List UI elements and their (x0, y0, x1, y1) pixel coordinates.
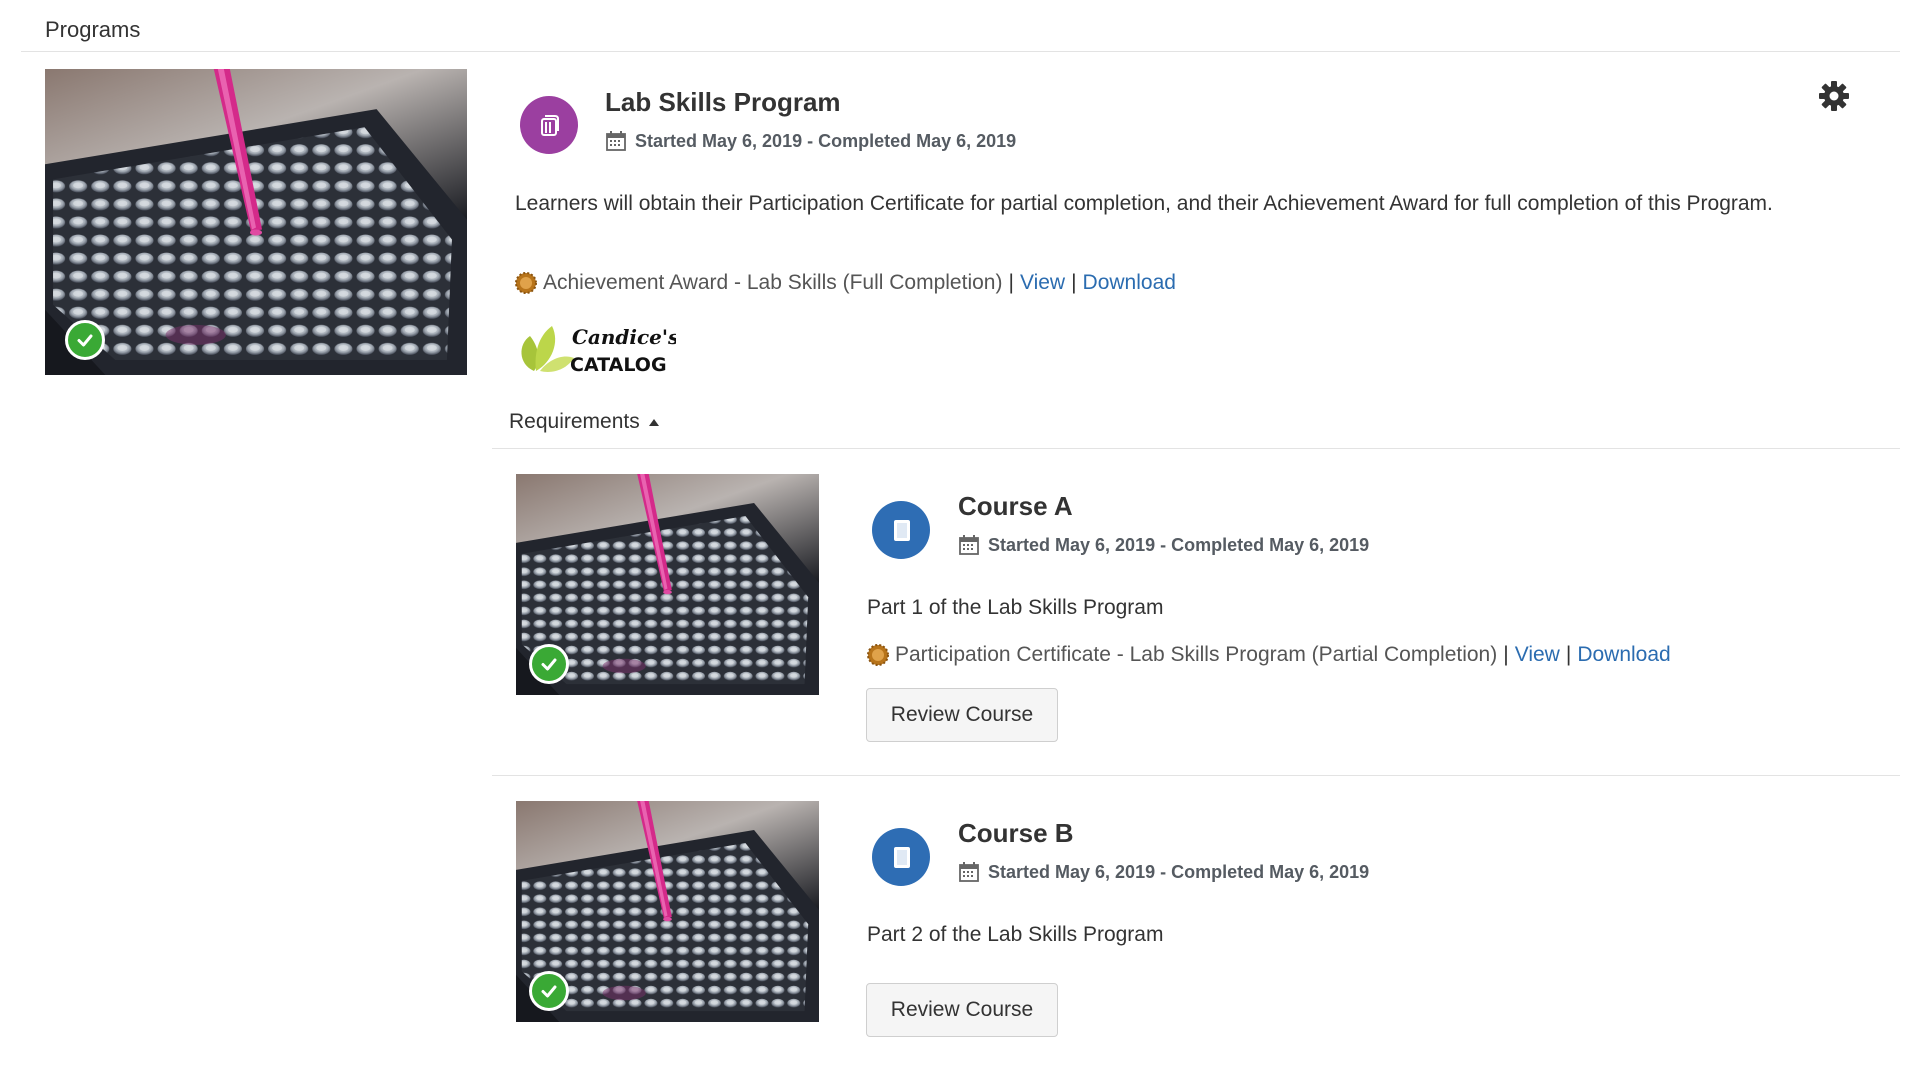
program-thumbnail[interactable] (45, 69, 467, 375)
lab-photo-image (45, 69, 467, 375)
course-award-text: Participation Certificate - Lab Skills P… (895, 643, 1498, 666)
review-course-button[interactable]: Review Course (866, 983, 1058, 1037)
candices-catalog-logo: Candice's CATALOG (516, 316, 679, 376)
review-course-button[interactable]: Review Course (866, 688, 1058, 742)
caret-up-icon (648, 419, 659, 426)
course-award-download-link[interactable]: Download (1577, 643, 1670, 667)
program-award-view-link[interactable]: View (1020, 271, 1065, 295)
separator: | (1503, 643, 1509, 666)
course-dates: Started May 6, 2019 - Completed May 6, 2… (958, 861, 1369, 883)
course-thumbnail[interactable] (516, 801, 819, 1022)
award-badge-icon (515, 272, 537, 294)
completed-check-icon (65, 320, 105, 360)
programs-header: Programs (21, 0, 1900, 52)
course-award-view-link[interactable]: View (1515, 643, 1560, 667)
course-title[interactable]: Course B (958, 818, 1074, 849)
program-award-line: Achievement Award - Lab Skills (Full Com… (515, 271, 1176, 295)
award-badge-icon (867, 644, 889, 666)
separator: | (1008, 271, 1014, 294)
gear-icon[interactable] (1818, 80, 1850, 112)
calendar-icon (959, 535, 979, 555)
completed-check-icon (529, 644, 569, 684)
requirements-divider (492, 448, 1900, 449)
course-book-icon (872, 828, 930, 886)
course-dates-text: Started May 6, 2019 - Completed May 6, 2… (988, 861, 1370, 882)
course-divider (492, 775, 1900, 776)
course-dates-text: Started May 6, 2019 - Completed May 6, 2… (988, 534, 1370, 555)
calendar-icon (959, 862, 979, 882)
logo-script-text: Candice's (572, 325, 676, 349)
requirements-label: Requirements (509, 410, 640, 433)
calendar-icon (606, 131, 626, 151)
program-description: Learners will obtain their Participation… (515, 192, 1773, 215)
course-book-icon (872, 501, 930, 559)
course-award-line: Participation Certificate - Lab Skills P… (867, 643, 1671, 667)
course-title[interactable]: Course A (958, 491, 1073, 522)
logo-catalog-text: CATALOG (570, 354, 667, 376)
program-title[interactable]: Lab Skills Program (605, 87, 841, 118)
separator: | (1565, 643, 1572, 666)
course-description: Part 2 of the Lab Skills Program (867, 923, 1164, 946)
program-award-download-link[interactable]: Download (1083, 271, 1176, 295)
course-thumbnail[interactable] (516, 474, 819, 695)
program-books-icon (520, 96, 578, 154)
completed-check-icon (529, 971, 569, 1011)
course-description: Part 1 of the Lab Skills Program (867, 596, 1164, 619)
requirements-toggle[interactable]: Requirements (509, 410, 659, 434)
separator: | (1071, 271, 1077, 294)
program-dates: Started May 6, 2019 - Completed May 6, 2… (605, 130, 1016, 152)
program-award-text: Achievement Award - Lab Skills (Full Com… (543, 271, 1003, 294)
program-dates-text: Started May 6, 2019 - Completed May 6, 2… (635, 130, 1017, 151)
page-title: Programs (45, 17, 141, 42)
course-dates: Started May 6, 2019 - Completed May 6, 2… (958, 534, 1369, 556)
